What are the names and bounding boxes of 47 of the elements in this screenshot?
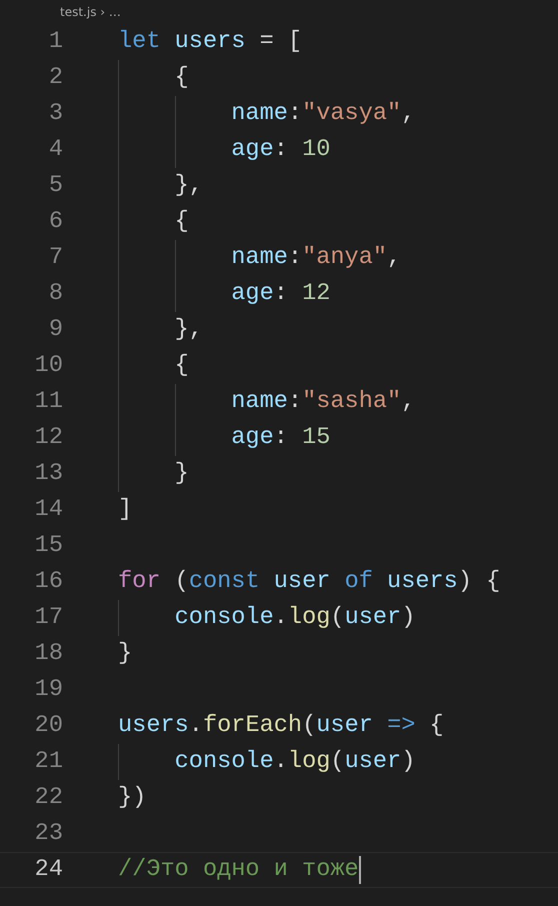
line-number: 6 bbox=[48, 207, 63, 238]
text-cursor bbox=[358, 856, 361, 884]
code-line: } bbox=[174, 459, 189, 490]
code-line: } bbox=[118, 639, 132, 670]
line-number: 8 bbox=[48, 279, 63, 310]
line-number: 24 bbox=[34, 855, 63, 886]
line-number: 23 bbox=[34, 819, 63, 850]
code-line: let users = [ bbox=[118, 27, 302, 58]
line-number: 12 bbox=[34, 423, 63, 454]
code-line: { bbox=[174, 351, 189, 382]
line-number: 16 bbox=[34, 567, 63, 598]
line-number: 18 bbox=[34, 639, 63, 670]
code-line: users.forEach(user => { bbox=[118, 711, 444, 742]
code-line: //Это одно и тоже bbox=[118, 855, 359, 886]
code-line: age: 12 bbox=[230, 279, 330, 310]
code-line: name:"anya", bbox=[230, 243, 402, 274]
code-line: ] bbox=[118, 495, 132, 526]
line-number: 4 bbox=[48, 135, 63, 166]
code-line: { bbox=[174, 207, 189, 238]
code-line: { bbox=[174, 63, 189, 94]
code-line: age: 15 bbox=[230, 423, 330, 454]
line-number: 2 bbox=[48, 63, 63, 94]
line-number: 14 bbox=[34, 495, 63, 526]
line-number: 3 bbox=[48, 99, 63, 130]
line-number: 17 bbox=[34, 603, 63, 634]
code-line: age: 10 bbox=[230, 135, 330, 166]
line-number: 11 bbox=[34, 387, 63, 418]
line-number: 7 bbox=[48, 243, 63, 274]
line-number: 19 bbox=[34, 675, 63, 706]
code-line: }, bbox=[174, 315, 203, 346]
code-line: name:"sasha", bbox=[230, 387, 416, 418]
line-number: 22 bbox=[34, 783, 63, 814]
code-line: console.log(user) bbox=[174, 747, 416, 778]
line-number: 5 bbox=[48, 171, 63, 202]
code-line: console.log(user) bbox=[174, 603, 416, 634]
code-line: for (const user of users) { bbox=[118, 567, 500, 598]
line-number: 15 bbox=[34, 531, 63, 562]
line-number: 10 bbox=[34, 351, 63, 382]
code-line: name:"vasya", bbox=[230, 99, 416, 130]
code-line: }, bbox=[174, 171, 203, 202]
line-number: 21 bbox=[34, 747, 63, 778]
line-number: 9 bbox=[48, 315, 63, 346]
line-number: 1 bbox=[48, 27, 63, 58]
line-number: 13 bbox=[34, 459, 63, 490]
line-number: 20 bbox=[34, 711, 63, 742]
breadcrumb[interactable]: test.js › … bbox=[60, 5, 121, 20]
code-line: }) bbox=[118, 783, 146, 814]
